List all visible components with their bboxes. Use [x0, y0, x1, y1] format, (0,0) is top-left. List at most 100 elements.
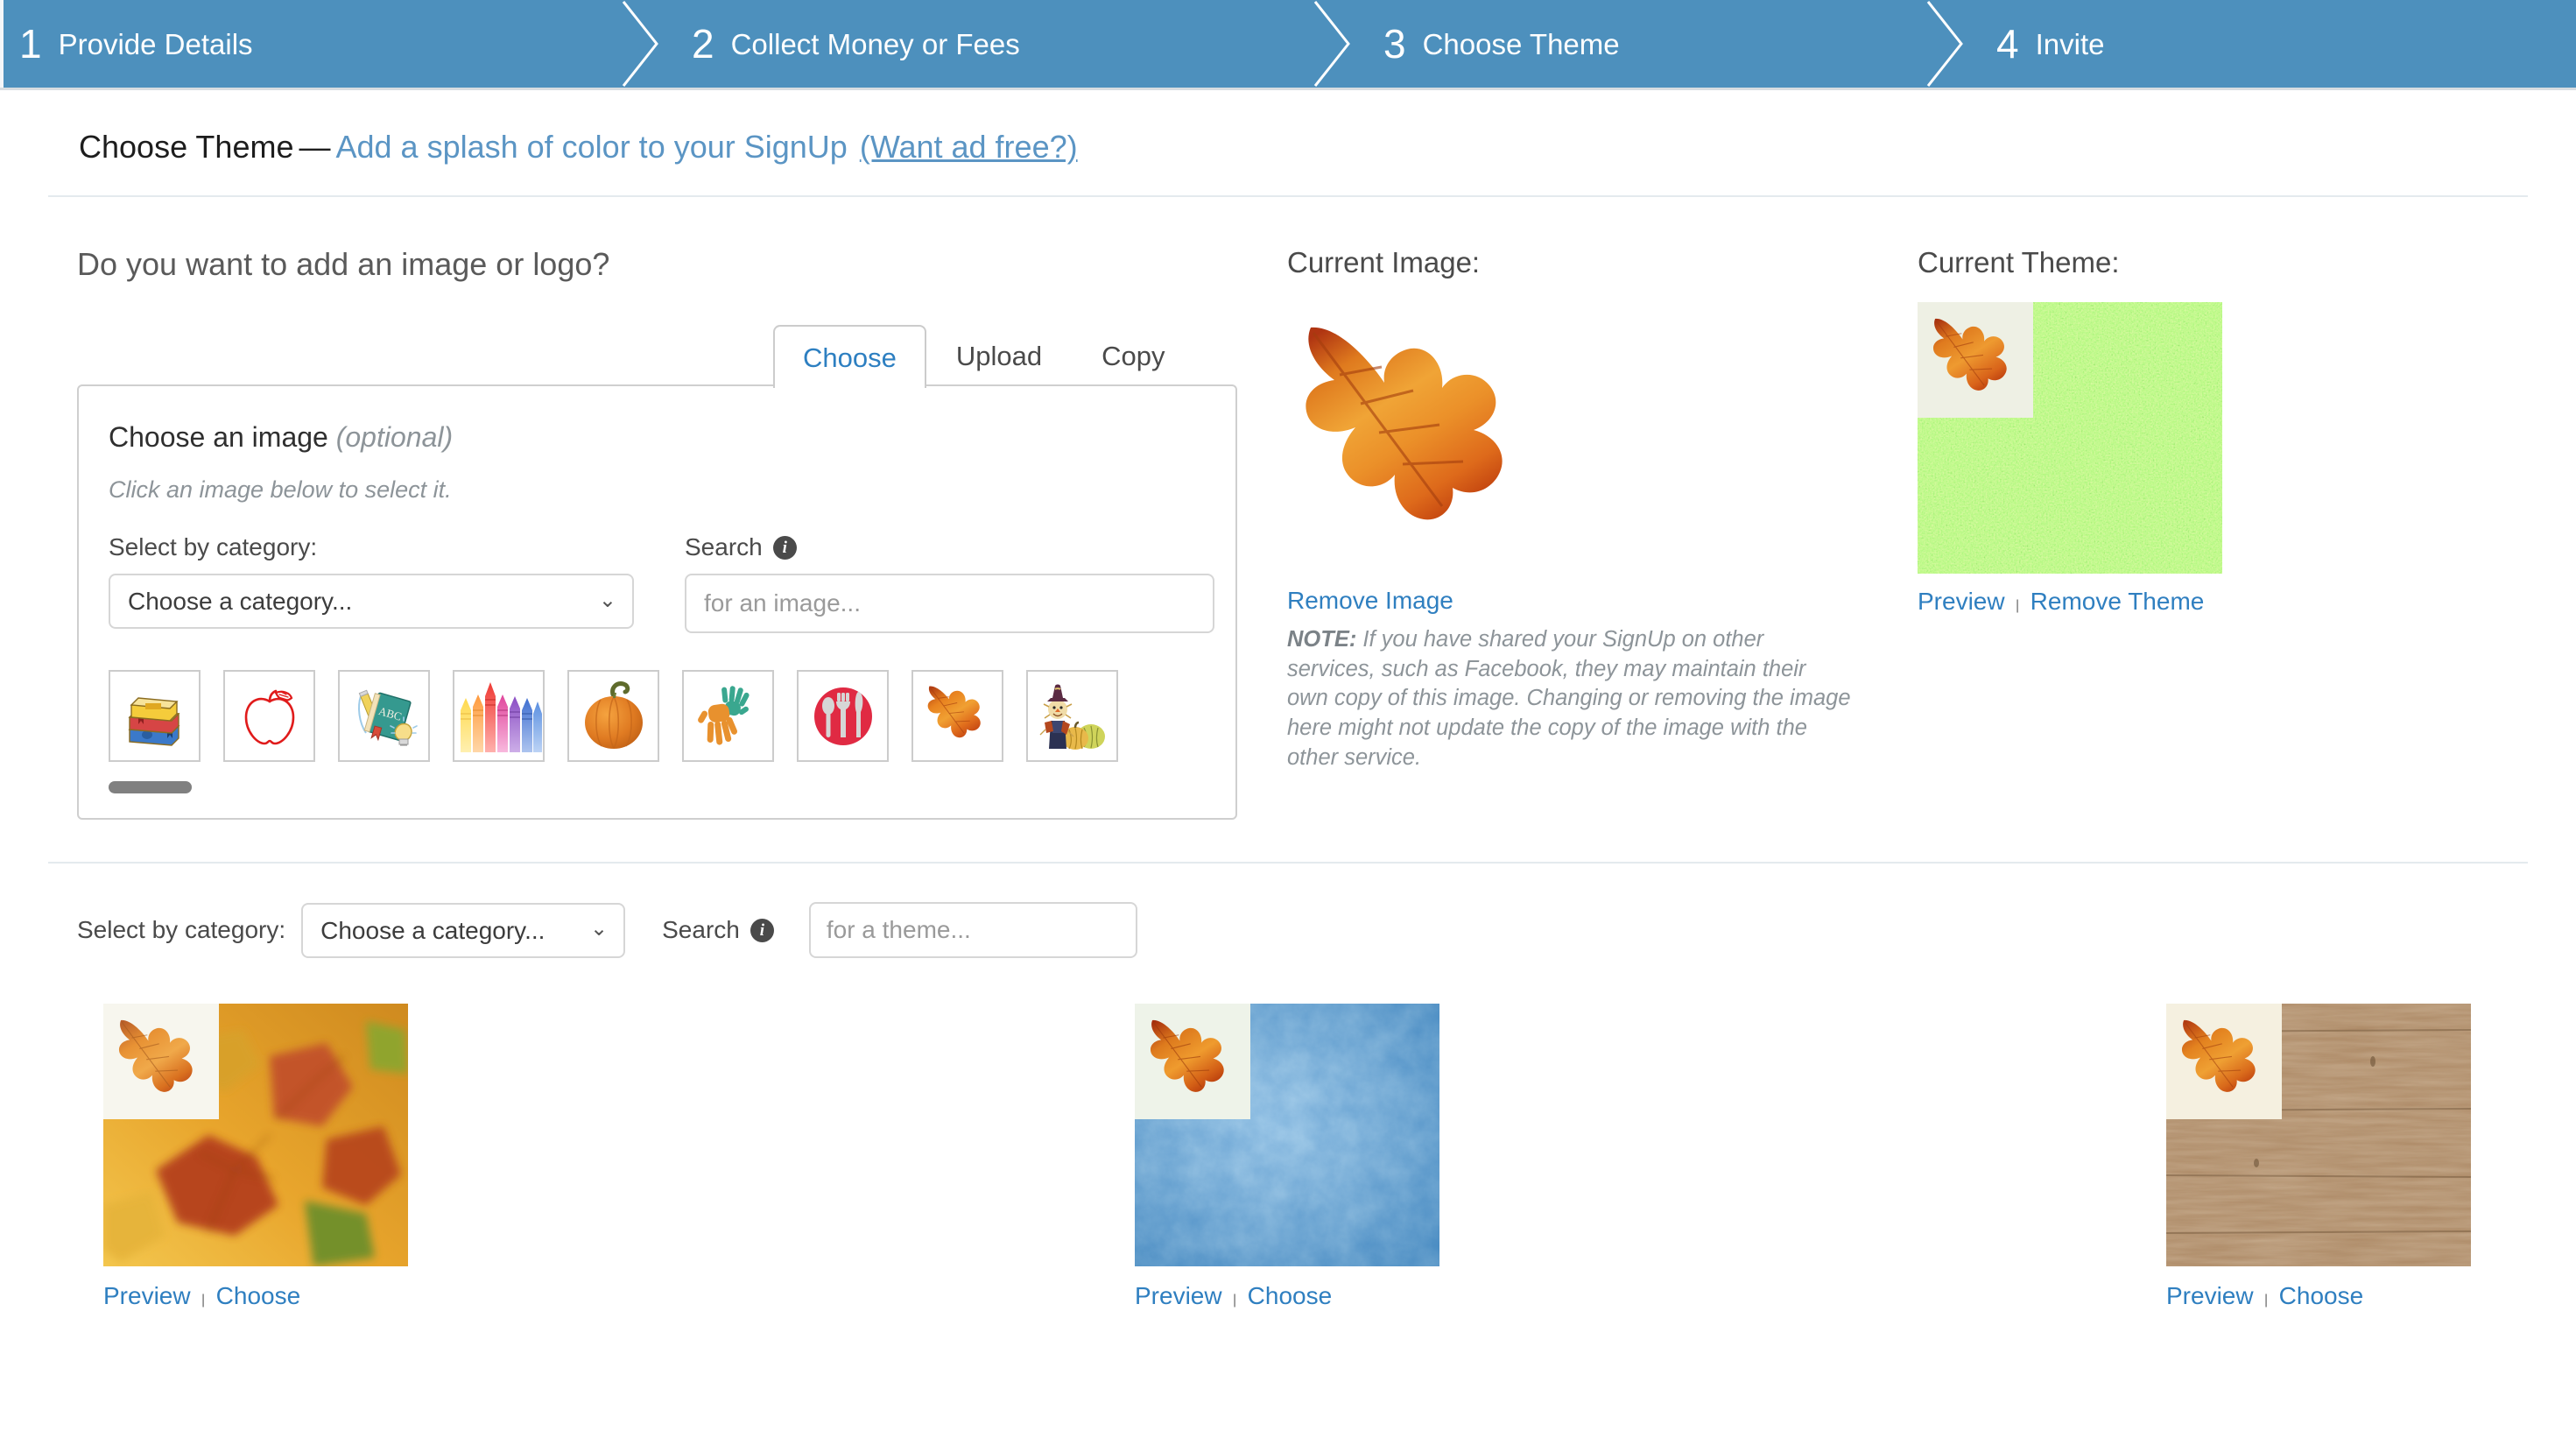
theme-preview-link[interactable]: Preview — [1135, 1282, 1222, 1309]
theme-filter-row: Select by category: Choose a category...… — [0, 864, 2576, 958]
theme-preview-wood-planks[interactable] — [2166, 1004, 2471, 1266]
apple-outline-icon — [244, 689, 294, 744]
chevron-divider-icon — [1313, 1, 1350, 87]
image-thumb-oak-leaf[interactable] — [911, 670, 1003, 762]
link-separator: | — [2264, 1293, 2269, 1308]
image-question-heading: Do you want to add an image or logo? — [77, 246, 610, 282]
theme-choose-link[interactable]: Choose — [1248, 1282, 1333, 1309]
theme-preview-link[interactable]: Preview — [103, 1282, 191, 1309]
wizard-step-invite[interactable]: 4 Invite — [1963, 0, 2576, 88]
theme-search-label: Search i — [662, 916, 774, 944]
image-thumb-stack-of-books[interactable] — [109, 670, 201, 762]
theme-logo-box — [103, 1004, 219, 1119]
image-search-block: Search i — [685, 533, 1214, 633]
wizard-step-label: Invite — [2035, 27, 2105, 60]
scarecrow-gourds-icon — [1039, 684, 1105, 750]
image-thumb-abc-book[interactable]: ABC — [338, 670, 430, 762]
abc-book-pencil-lightbulb-icon: ABC — [357, 689, 418, 746]
choose-image-subtitle: Click an image below to select it. — [109, 476, 452, 503]
info-icon[interactable]: i — [750, 918, 774, 942]
theme-search-label-text: Search — [662, 916, 740, 943]
remove-image-link[interactable]: Remove Image — [1287, 587, 1453, 614]
image-source-tabs: Choose Upload Copy — [773, 318, 1287, 388]
want-ad-free-link[interactable]: (Want ad free?) — [860, 129, 1078, 166]
note-body: If you have shared your SignUp on other … — [1287, 627, 1851, 770]
image-thumb-plate-utensils[interactable] — [797, 670, 889, 762]
theme-preview-link[interactable]: Preview — [2166, 1282, 2254, 1309]
wizard-step-number: 4 — [1996, 21, 2019, 67]
image-search-input[interactable] — [685, 574, 1214, 633]
choose-image-optional-text: (optional) — [335, 421, 454, 453]
theme-links-blue-texture: Preview | Choose — [1135, 1282, 1439, 1310]
oak-leaf-image — [1306, 327, 1503, 520]
image-chooser-column: Do you want to add an image or logo? Cho… — [0, 246, 1287, 820]
image-thumb-apple-outline[interactable] — [223, 670, 315, 762]
wizard-step-label: Provide Details — [58, 27, 253, 60]
oak-leaf-icon — [118, 1019, 193, 1092]
image-category-select[interactable]: Choose a category... — [109, 574, 634, 629]
stack-of-books-icon — [127, 696, 180, 746]
theme-choose-link[interactable]: Choose — [2279, 1282, 2364, 1309]
theme-search-input[interactable] — [808, 902, 1137, 958]
image-thumb-scarecrow-gourds[interactable] — [1026, 670, 1118, 762]
tab-copy[interactable]: Copy — [1072, 323, 1194, 386]
choose-image-title-text: Choose an image — [109, 421, 328, 453]
wizard-step-number: 3 — [1383, 21, 1406, 67]
chevron-divider-icon — [622, 1, 658, 87]
theme-card-blue-texture: Preview | Choose — [1135, 1004, 1439, 1310]
image-thumb-handprints[interactable] — [682, 670, 774, 762]
wizard-step-provide-details[interactable]: 1 Provide Details — [0, 0, 658, 88]
image-filter-row: Select by category: Choose a category...… — [109, 533, 1235, 633]
theme-card-wood-planks: Preview | Choose — [2166, 1004, 2471, 1310]
current-image-note: NOTE: If you have shared your SignUp on … — [1287, 625, 1852, 772]
info-icon[interactable]: i — [772, 535, 797, 560]
remove-theme-link[interactable]: Remove Theme — [2031, 588, 2205, 615]
oak-leaf-icon — [1150, 1019, 1224, 1092]
theme-links-autumn-leaves: Preview | Choose — [103, 1282, 408, 1310]
image-thumb-crayons[interactable] — [453, 670, 545, 762]
wizard-step-bar: 1 Provide Details 2 Collect Money or Fee… — [0, 0, 2576, 90]
tab-choose[interactable]: Choose — [773, 325, 926, 388]
theme-category-select-wrap: Choose a category... ⌄ — [301, 902, 626, 958]
theme-choose-link[interactable]: Choose — [216, 1282, 301, 1309]
pumpkin-icon — [584, 680, 643, 749]
oak-leaf-icon — [2181, 1019, 2256, 1092]
image-thumb-pumpkin[interactable] — [567, 670, 659, 762]
image-thumbnail-strip: ABC — [109, 670, 1235, 762]
theme-category-label: Select by category: — [77, 916, 286, 943]
current-theme-links: Preview | Remove Theme — [1918, 588, 2222, 616]
link-separator: | — [201, 1293, 206, 1308]
wizard-step-label: Choose Theme — [1422, 27, 1620, 60]
current-theme-preview-link[interactable]: Preview — [1918, 588, 2005, 615]
wizard-step-choose-theme[interactable]: 3 Choose Theme — [1350, 0, 1963, 88]
remove-image-row: Remove Image — [1287, 587, 1918, 615]
thumbnail-scrollbar-track[interactable] — [109, 781, 1199, 793]
page-title-dash: — — [299, 129, 331, 165]
oak-leaf-icon — [1932, 318, 2007, 391]
tab-upload[interactable]: Upload — [926, 323, 1072, 386]
wizard-step-label: Collect Money or Fees — [730, 27, 1020, 60]
current-theme-preview[interactable] — [1918, 302, 2222, 574]
theme-card-autumn-leaves: Preview | Choose — [103, 1004, 408, 1310]
image-search-label: Search i — [685, 533, 1214, 561]
current-image-title: Current Image: — [1287, 246, 1481, 278]
current-theme-column: Current Theme: Preview | Remove Theme — [1918, 246, 2576, 820]
plate-utensils-icon — [813, 687, 872, 745]
theme-category-select[interactable]: Choose a category... — [301, 902, 626, 958]
image-category-block: Select by category: Choose a category...… — [109, 533, 634, 629]
link-separator: | — [1233, 1293, 1237, 1308]
page-subtitle-link[interactable]: Add a splash of color to your SignUp — [335, 129, 847, 166]
oak-leaf-icon — [927, 686, 981, 737]
current-image-column: Current Image: Remove Image NOTE: If you… — [1287, 246, 1918, 820]
theme-links-wood-planks: Preview | Choose — [2166, 1282, 2471, 1310]
thumbnail-scrollbar-thumb[interactable] — [109, 781, 192, 793]
theme-logo-box — [1135, 1004, 1250, 1119]
wizard-step-collect-money-or-fees[interactable]: 2 Collect Money or Fees — [658, 0, 1350, 88]
main-content: Do you want to add an image or logo? Cho… — [0, 197, 2576, 820]
current-theme-logo-box — [1918, 302, 2033, 418]
page-title: Choose Theme — Add a splash of color to … — [0, 90, 2576, 195]
theme-gallery: Preview | Choose Preview | Choose Previe… — [0, 958, 2576, 1310]
theme-preview-blue-texture[interactable] — [1135, 1004, 1439, 1266]
image-search-label-text: Search — [685, 533, 763, 560]
theme-preview-autumn-leaves[interactable] — [103, 1004, 408, 1266]
